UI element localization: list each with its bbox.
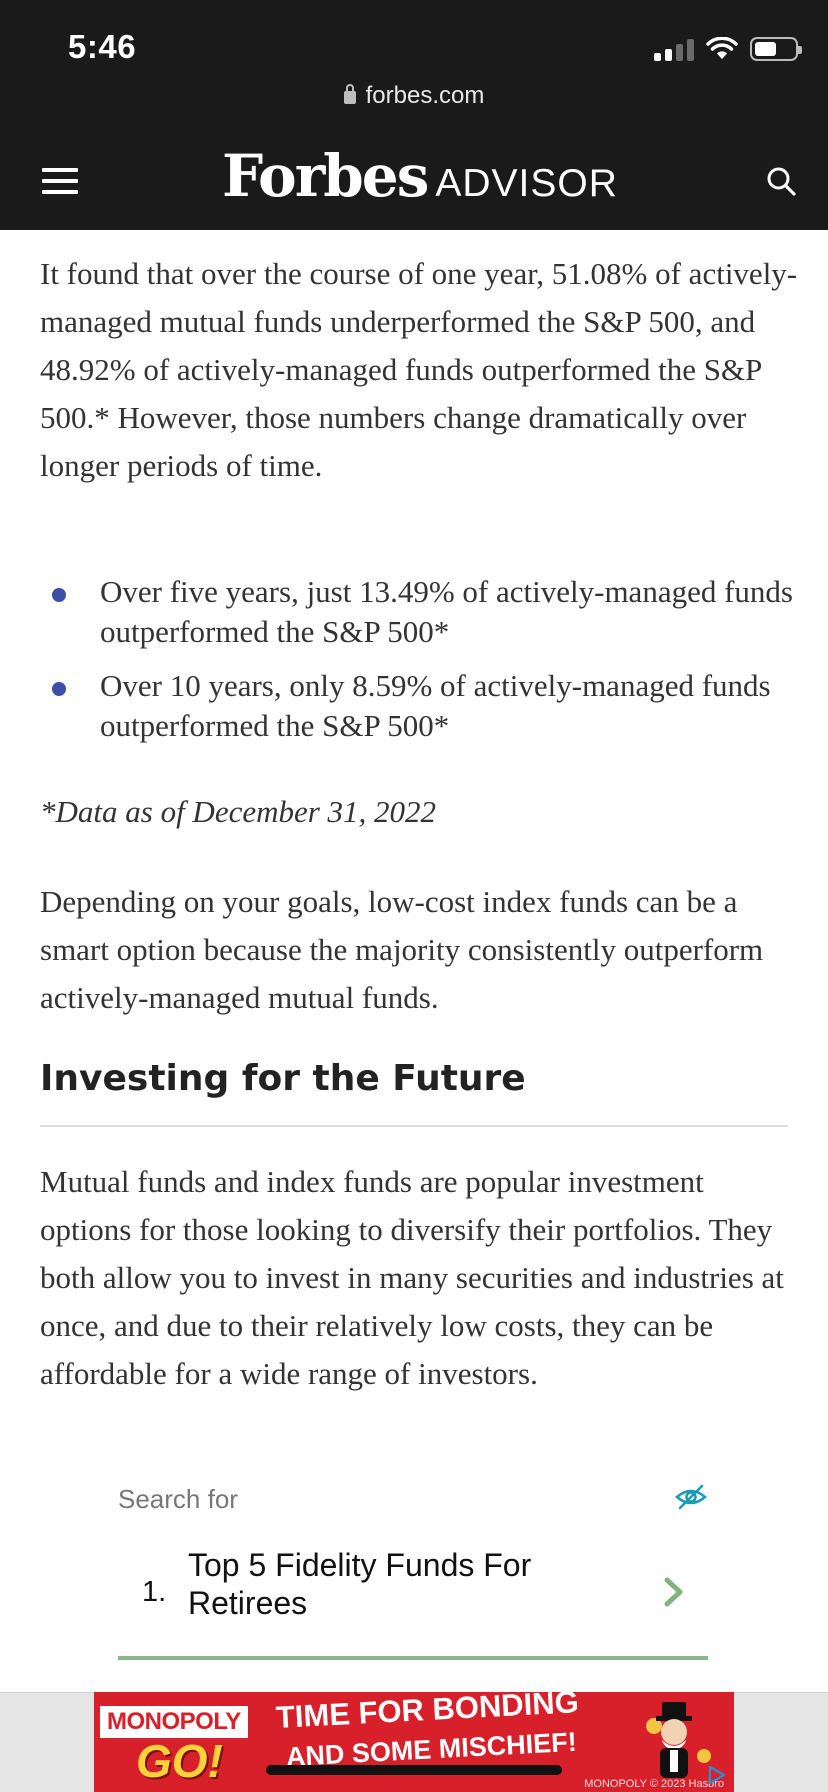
search-icon[interactable] — [766, 166, 796, 196]
home-indicator[interactable] — [266, 1765, 562, 1775]
menu-icon[interactable] — [42, 168, 78, 194]
section-heading: Investing for the Future — [40, 1058, 788, 1127]
bullet-dot — [52, 588, 66, 602]
data-footnote: *Data as of December 31, 2022 — [40, 794, 437, 829]
forbes-advisor-logo[interactable]: Forbes ADVISOR — [222, 142, 618, 210]
status-time: 5:46 — [68, 28, 137, 65]
site-header: Forbes ADVISOR — [0, 130, 828, 230]
url-bar[interactable]: forbes.com — [0, 82, 828, 110]
adchoices-icon[interactable] — [706, 1764, 728, 1786]
monopoly-banner-ad[interactable]: MONOPOLY GO! TIME FOR BONDING AND SOME M… — [94, 1692, 734, 1792]
bullet-list: Over five years, just 13.49% of actively… — [40, 572, 800, 760]
list-item: Over 10 years, only 8.59% of actively-ma… — [40, 666, 800, 746]
status-icons — [654, 34, 802, 64]
bullet-dot — [52, 682, 66, 696]
hide-ad-eye-icon[interactable] — [674, 1480, 708, 1514]
lock-icon — [343, 84, 356, 104]
search-for-label: Search for — [118, 1484, 238, 1514]
search-ad-block: Search for 1. Top 5 Fidelity Funds For R… — [118, 1480, 708, 1660]
banner-fine-print: MONOPOLY © 2023 Hasbro — [584, 1778, 724, 1790]
article-paragraph: Depending on your goals, low-cost index … — [40, 884, 764, 1015]
ad-item-text: Top 5 Fidelity Funds For Retirees — [188, 1547, 532, 1621]
search-ad-item[interactable]: 1. Top 5 Fidelity Funds For Retirees — [118, 1546, 708, 1638]
article-paragraph: Mutual funds and index funds are popular… — [40, 1164, 784, 1391]
url-text: forbes.com — [365, 82, 485, 109]
chevron-right-icon — [664, 1577, 683, 1607]
ad-divider — [118, 1656, 708, 1660]
top-bar: 5:46 forbes.com Forbes ADVISOR — [0, 0, 828, 230]
battery-icon — [750, 37, 802, 61]
article-paragraph: It found that over the course of one yea… — [40, 256, 798, 483]
monopoly-go-logo: MONOPOLY GO! — [100, 1706, 268, 1787]
cellular-signal-icon — [654, 37, 694, 61]
list-item: Over five years, just 13.49% of actively… — [40, 572, 800, 652]
ad-item-number: 1. — [142, 1576, 167, 1608]
wifi-icon — [706, 37, 738, 59]
